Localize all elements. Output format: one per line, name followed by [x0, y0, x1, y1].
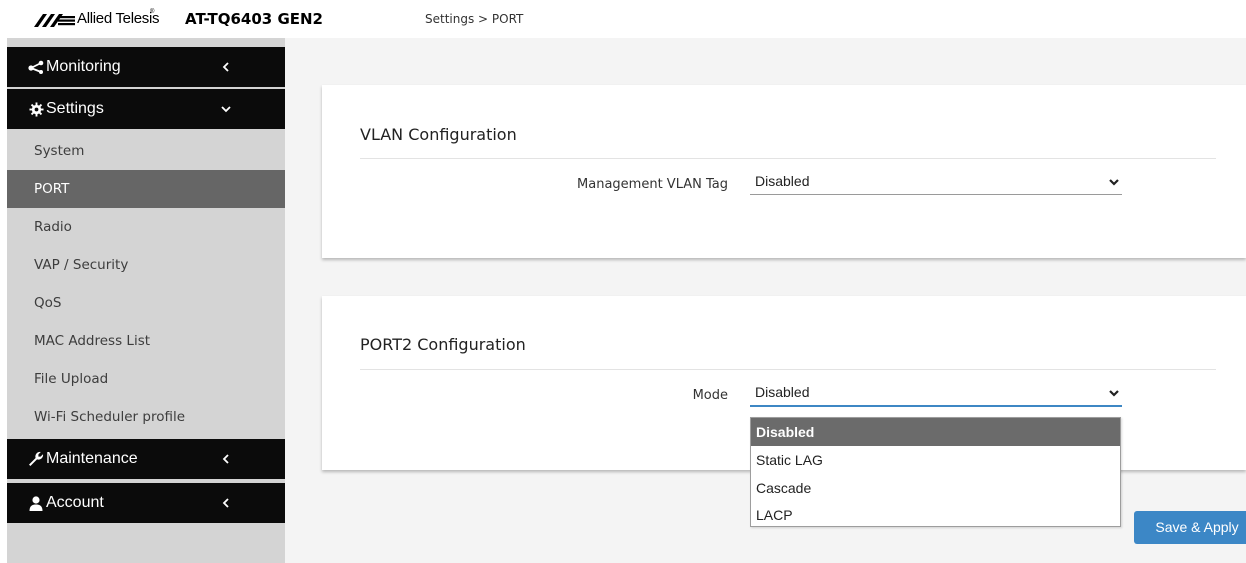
- chevron-left-icon: [219, 60, 233, 74]
- chevron-down-icon: [1108, 386, 1120, 398]
- breadcrumb: Settings > PORT: [425, 12, 524, 26]
- vlan-section-title: VLAN Configuration: [360, 125, 517, 144]
- share-icon: [27, 58, 45, 76]
- section-divider: [360, 158, 1216, 159]
- sidebar-item-monitoring[interactable]: Monitoring: [7, 47, 285, 87]
- mode-option-cascade[interactable]: Cascade: [751, 474, 1120, 502]
- mode-option-lacp[interactable]: LACP: [751, 501, 1120, 529]
- save-apply-button[interactable]: Save & Apply: [1134, 511, 1246, 544]
- chevron-down-icon: [219, 102, 233, 116]
- sidebar-subitem-radio[interactable]: Radio: [7, 208, 285, 246]
- sidebar-subitem-mac-address-list[interactable]: MAC Address List: [7, 322, 285, 360]
- chevron-left-icon: [219, 452, 233, 466]
- sidebar: Monitoring Settings System PORT Radio VA…: [7, 38, 285, 563]
- sidebar-subitem-vap-security[interactable]: VAP / Security: [7, 246, 285, 284]
- chevron-left-icon: [219, 496, 233, 510]
- sidebar-item-account[interactable]: Account: [7, 483, 285, 523]
- mode-option-disabled[interactable]: Disabled: [751, 418, 1120, 446]
- sidebar-item-maintenance[interactable]: Maintenance: [7, 439, 285, 479]
- sidebar-subitem-wifi-scheduler-profile[interactable]: Wi-Fi Scheduler profile: [7, 398, 285, 436]
- sidebar-item-label: Maintenance: [46, 450, 138, 467]
- brand-logo-icon: [34, 13, 76, 27]
- vlan-configuration-card: VLAN Configuration Management VLAN Tag D…: [322, 85, 1246, 258]
- sidebar-item-label: Monitoring: [46, 58, 121, 75]
- brand-name: Allied Telesis: [77, 10, 160, 27]
- device-model: AT-TQ6403 GEN2: [185, 10, 323, 28]
- wrench-icon: [27, 450, 45, 468]
- mode-select[interactable]: Disabled: [750, 382, 1122, 407]
- app-window: Allied Telesis ® AT-TQ6403 GEN2 Settings…: [0, 0, 1246, 563]
- sidebar-subitem-system[interactable]: System: [7, 132, 285, 170]
- mode-option-static-lag[interactable]: Static LAG: [751, 446, 1120, 474]
- select-value: Disabled: [755, 384, 810, 400]
- select-value: Disabled: [755, 173, 810, 189]
- management-vlan-tag-select[interactable]: Disabled: [750, 171, 1122, 195]
- chevron-down-icon: [1108, 175, 1120, 187]
- sidebar-subitem-file-upload[interactable]: File Upload: [7, 360, 285, 398]
- section-divider: [360, 369, 1216, 370]
- management-vlan-tag-label: Management VLAN Tag: [577, 177, 728, 192]
- sidebar-item-label: Account: [46, 494, 104, 511]
- sidebar-subitem-port[interactable]: PORT: [7, 170, 285, 208]
- sidebar-subitem-qos[interactable]: QoS: [7, 284, 285, 322]
- mode-label: Mode: [692, 388, 728, 403]
- port2-section-title: PORT2 Configuration: [360, 335, 526, 354]
- user-icon: [27, 494, 45, 512]
- top-header: Allied Telesis ® AT-TQ6403 GEN2 Settings…: [0, 0, 1246, 38]
- brand-registered-mark: ®: [150, 9, 155, 15]
- mode-dropdown-list: Disabled Static LAG Cascade LACP: [750, 417, 1121, 527]
- sidebar-item-settings[interactable]: Settings: [7, 89, 285, 129]
- gear-icon: [27, 100, 45, 118]
- sidebar-item-label: Settings: [46, 100, 104, 117]
